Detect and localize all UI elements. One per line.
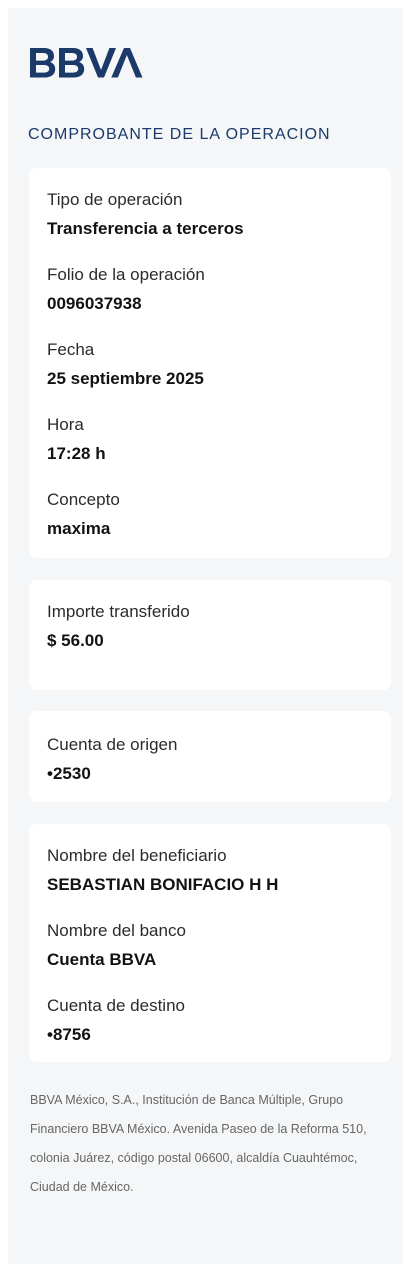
concept-label: Concepto <box>47 490 120 509</box>
bank-name-label: Nombre del banco <box>47 921 186 940</box>
date-value: 25 septiembre 2025 <box>47 369 204 388</box>
folio-label: Folio de la operación <box>47 265 205 284</box>
operation-details-card: Tipo de operación Transferencia a tercer… <box>29 168 391 558</box>
bank-name-field: Nombre del banco Cuenta BBVA <box>47 919 186 973</box>
time-field: Hora 17:28 h <box>47 413 106 467</box>
date-field: Fecha 25 septiembre 2025 <box>47 338 204 392</box>
date-label: Fecha <box>47 340 95 359</box>
origin-account-value: •2530 <box>47 764 91 783</box>
operation-type-label: Tipo de operación <box>47 190 183 209</box>
amount-field: Importe transferido $ 56.00 <box>47 600 190 654</box>
legal-footer: BBVA México, S.A., Institución de Banca … <box>30 1093 367 1194</box>
beneficiary-name-field: Nombre del beneficiario SEBASTIAN BONIFA… <box>47 844 278 898</box>
concept-field: Concepto maxima <box>47 488 120 542</box>
concept-value: maxima <box>47 519 111 538</box>
beneficiary-card: Nombre del beneficiario SEBASTIAN BONIFA… <box>29 824 391 1062</box>
receipt-page: COMPROBANTE DE LA OPERACION Tipo de oper… <box>8 8 403 1264</box>
destination-account-value: •8756 <box>47 1025 91 1044</box>
operation-type-value: Transferencia a terceros <box>47 219 244 238</box>
beneficiary-name-value: SEBASTIAN BONIFACIO H H <box>47 875 279 894</box>
time-value: 17:28 h <box>47 444 106 463</box>
amount-value: $ 56.00 <box>47 631 104 650</box>
amount-card: Importe transferido $ 56.00 <box>29 580 391 690</box>
bank-name-value: Cuenta BBVA <box>47 950 157 969</box>
origin-account-label: Cuenta de origen <box>47 735 178 754</box>
beneficiary-name-label: Nombre del beneficiario <box>47 846 227 865</box>
origin-account-card: Cuenta de origen •2530 <box>29 711 391 802</box>
destination-account-field: Cuenta de destino •8756 <box>47 994 185 1048</box>
origin-account-field: Cuenta de origen •2530 <box>47 733 177 787</box>
receipt-title: COMPROBANTE DE LA OPERACION <box>28 126 331 143</box>
operation-type-field: Tipo de operación Transferencia a tercer… <box>47 188 244 242</box>
folio-field: Folio de la operación 0096037938 <box>47 263 205 317</box>
folio-value: 0096037938 <box>47 294 142 313</box>
time-label: Hora <box>47 415 84 434</box>
bbva-logo <box>30 48 143 78</box>
destination-account-label: Cuenta de destino <box>47 996 185 1015</box>
amount-label: Importe transferido <box>47 602 190 621</box>
